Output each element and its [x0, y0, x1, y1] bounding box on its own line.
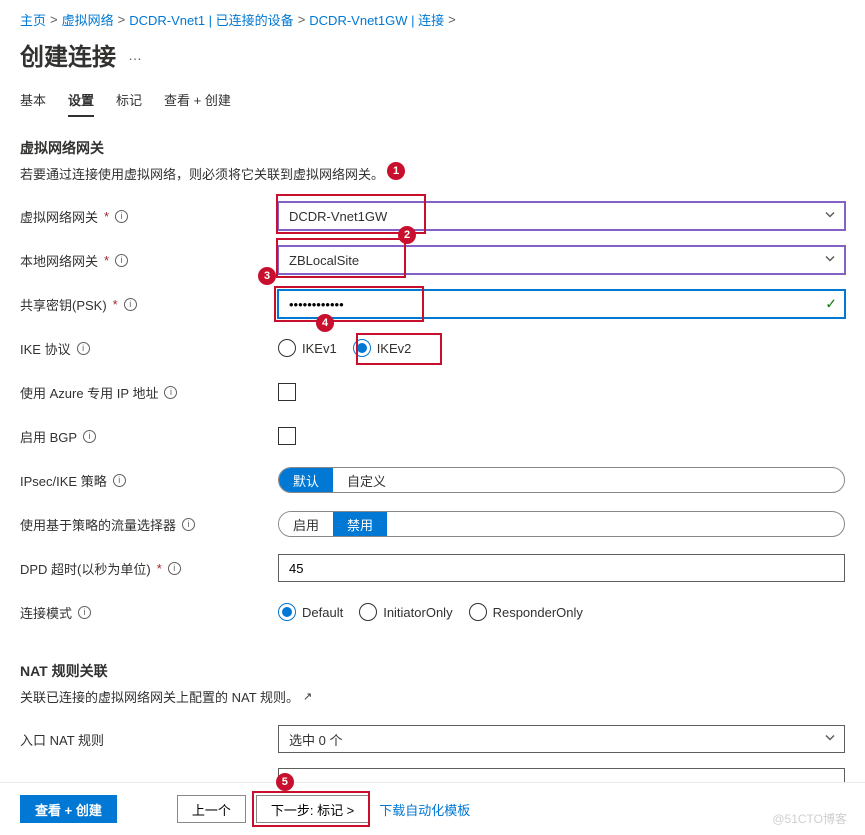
download-template-link[interactable]: 下载自动化模板: [379, 800, 470, 819]
dpd-label: DPD 超时(以秒为单位): [20, 559, 151, 578]
lng-dropdown[interactable]: ZBLocalSite: [278, 246, 845, 274]
previous-button[interactable]: 上一个: [177, 795, 246, 823]
ike-option-2: IKEv2: [377, 341, 412, 356]
required-indicator: *: [104, 253, 109, 268]
tab-tags[interactable]: 标记: [116, 90, 142, 117]
required-indicator: *: [113, 297, 118, 312]
psk-input[interactable]: [278, 290, 845, 318]
section-vng-desc: 若要通过连接使用虚拟网络，则必须将它关联到虚拟网络网关。 1: [20, 164, 845, 183]
footer: 查看 + 创建 上一个 下一步: 标记 > 5 下载自动化模板 @51CTO博客: [0, 782, 865, 835]
nat-in-dropdown[interactable]: 选中 0 个: [278, 725, 845, 753]
callout-2: 2: [398, 226, 416, 244]
mode-radio-responder[interactable]: ResponderOnly: [469, 603, 583, 621]
info-icon[interactable]: i: [124, 298, 137, 311]
selector-option-disable[interactable]: 禁用: [333, 512, 387, 536]
checkmark-icon: ✓: [825, 296, 837, 313]
callout-1: 1: [387, 162, 405, 180]
nat-in-value: 选中 0 个: [289, 730, 342, 749]
section-nat-desc: 关联已连接的虚拟网络网关上配置的 NAT 规则。 ↗: [20, 687, 312, 706]
ike-option-1: IKEv1: [302, 341, 337, 356]
mode-option-initiator: InitiatorOnly: [383, 605, 452, 620]
ike-radio-ikev1[interactable]: IKEv1: [278, 339, 337, 357]
lng-value: ZBLocalSite: [289, 253, 359, 268]
ike-radio-ikev2[interactable]: IKEv2: [353, 339, 412, 357]
breadcrumb-item-home[interactable]: 主页: [20, 10, 46, 29]
tab-settings[interactable]: 设置: [68, 90, 94, 117]
radio-icon: [359, 603, 377, 621]
radio-icon: [469, 603, 487, 621]
info-icon[interactable]: i: [168, 562, 181, 575]
tabs: 基本 设置 标记 查看 + 创建: [20, 90, 845, 118]
breadcrumb-sep: >: [118, 12, 126, 27]
ipsec-label: IPsec/IKE 策略: [20, 471, 107, 490]
breadcrumb-item-devices[interactable]: DCDR-Vnet1 | 已连接的设备: [129, 10, 293, 29]
breadcrumb-sep: >: [448, 12, 456, 27]
vng-value: DCDR-Vnet1GW: [289, 209, 387, 224]
next-button[interactable]: 下一步: 标记 >: [256, 795, 369, 823]
azure-ip-label: 使用 Azure 专用 IP 地址: [20, 383, 158, 402]
tab-review[interactable]: 查看 + 创建: [164, 90, 231, 117]
dpd-input[interactable]: [278, 554, 845, 582]
page-title: 创建连接: [20, 37, 116, 72]
vng-dropdown[interactable]: DCDR-Vnet1GW: [278, 202, 845, 230]
more-menu-button[interactable]: …: [128, 47, 143, 63]
psk-label: 共享密钥(PSK): [20, 295, 107, 314]
mode-radio-initiator[interactable]: InitiatorOnly: [359, 603, 452, 621]
tab-basic[interactable]: 基本: [20, 90, 46, 117]
bgp-checkbox[interactable]: [278, 427, 296, 445]
nat-out-dropdown-partial[interactable]: [278, 768, 845, 782]
callout-5: 5: [276, 773, 294, 791]
info-icon[interactable]: i: [78, 606, 91, 619]
selector-label: 使用基于策略的流量选择器: [20, 515, 176, 534]
nat-in-label: 入口 NAT 规则: [20, 730, 104, 749]
breadcrumb-sep: >: [50, 12, 58, 27]
watermark: @51CTO博客: [772, 810, 847, 827]
selector-toggle: 启用 禁用: [278, 511, 845, 537]
breadcrumb-item-vnet[interactable]: 虚拟网络: [62, 10, 114, 29]
lng-label: 本地网络网关: [20, 251, 98, 270]
callout-3: 3: [258, 267, 276, 285]
radio-icon-selected: [278, 603, 296, 621]
info-icon[interactable]: i: [115, 254, 128, 267]
mode-radio-group: Default InitiatorOnly ResponderOnly: [278, 603, 845, 621]
azure-ip-checkbox[interactable]: [278, 383, 296, 401]
info-icon[interactable]: i: [113, 474, 126, 487]
vng-label: 虚拟网络网关: [20, 207, 98, 226]
info-icon[interactable]: i: [164, 386, 177, 399]
callout-4: 4: [316, 314, 334, 332]
info-icon[interactable]: i: [182, 518, 195, 531]
ike-label: IKE 协议: [20, 339, 71, 358]
mode-option-responder: ResponderOnly: [493, 605, 583, 620]
chevron-down-icon: [824, 209, 836, 224]
radio-icon-selected: [353, 339, 371, 357]
mode-radio-default[interactable]: Default: [278, 603, 343, 621]
mode-option-default: Default: [302, 605, 343, 620]
breadcrumb-item-connections[interactable]: DCDR-Vnet1GW | 连接: [309, 10, 444, 29]
ike-radio-group: IKEv1 IKEv2: [278, 339, 845, 357]
info-icon[interactable]: i: [83, 430, 96, 443]
bgp-label: 启用 BGP: [20, 427, 77, 446]
info-icon[interactable]: i: [115, 210, 128, 223]
chevron-down-icon: [824, 253, 836, 268]
section-nat-title: NAT 规则关联: [20, 661, 845, 681]
radio-icon: [278, 339, 296, 357]
breadcrumb: 主页 > 虚拟网络 > DCDR-Vnet1 | 已连接的设备 > DCDR-V…: [20, 10, 845, 29]
mode-label: 连接模式: [20, 603, 72, 622]
ipsec-toggle: 默认 自定义: [278, 467, 845, 493]
selector-option-enable[interactable]: 启用: [279, 512, 333, 536]
required-indicator: *: [104, 209, 109, 224]
ipsec-option-custom[interactable]: 自定义: [333, 468, 400, 492]
ipsec-option-default[interactable]: 默认: [279, 468, 333, 492]
section-vng-title: 虚拟网络网关: [20, 138, 845, 158]
external-link-icon[interactable]: ↗: [303, 690, 312, 703]
breadcrumb-sep: >: [298, 12, 306, 27]
required-indicator: *: [157, 561, 162, 576]
review-create-button[interactable]: 查看 + 创建: [20, 795, 117, 823]
chevron-down-icon: [824, 732, 836, 747]
info-icon[interactable]: i: [77, 342, 90, 355]
